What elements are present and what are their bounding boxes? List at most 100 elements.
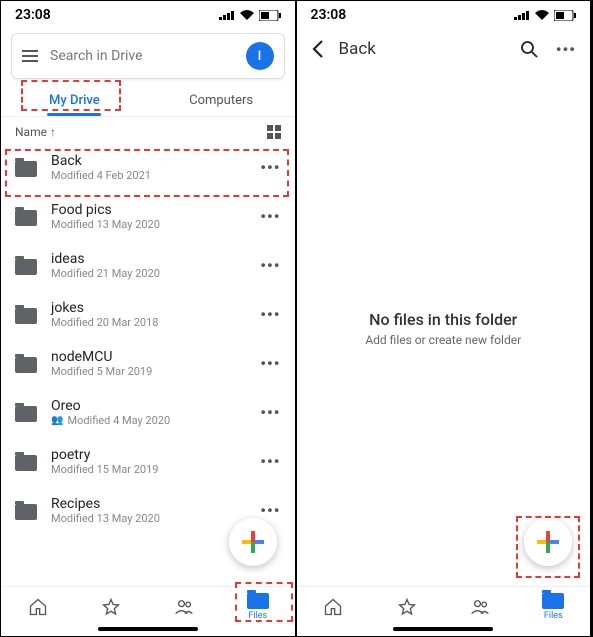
arrow-up-icon: ↑ (50, 125, 56, 139)
list-item[interactable]: jokes Modified 20 Mar 2018 ••• (1, 290, 295, 339)
home-icon (28, 597, 48, 617)
file-name: jokes (51, 300, 246, 316)
list-item[interactable]: Back Modified 4 Feb 2021 ••• (1, 143, 295, 192)
avatar[interactable]: I (246, 42, 274, 70)
nav-starred[interactable] (74, 593, 147, 621)
battery-icon (554, 10, 576, 21)
file-subtitle: Modified 13 May 2020 (51, 512, 246, 525)
more-icon[interactable]: ••• (260, 305, 280, 324)
more-icon[interactable]: ••• (260, 354, 280, 373)
list-item[interactable]: Food pics Modified 13 May 2020 ••• (1, 192, 295, 241)
nav-starred[interactable] (370, 593, 443, 621)
plus-icon (242, 531, 264, 553)
more-icon[interactable]: ••• (260, 158, 280, 177)
home-icon (323, 597, 343, 617)
wifi-icon (534, 9, 550, 21)
bottom-nav: Files (297, 586, 591, 623)
status-bar: 23:08 (297, 1, 591, 27)
nav-files[interactable]: Files (517, 593, 590, 621)
tab-my-drive[interactable]: My Drive (1, 83, 148, 116)
more-icon[interactable]: ••• (556, 40, 576, 59)
tab-computers[interactable]: Computers (148, 83, 295, 116)
list-item[interactable]: ideas Modified 21 May 2020 ••• (1, 241, 295, 290)
people-icon (470, 597, 490, 617)
folder-icon (15, 161, 37, 177)
tabs: My Drive Computers (1, 83, 295, 117)
more-icon[interactable]: ••• (260, 501, 280, 520)
file-name: Oreo (51, 398, 246, 414)
folder-icon (15, 259, 37, 275)
file-subtitle: Modified 4 Feb 2021 (51, 169, 246, 182)
people-icon (174, 597, 194, 617)
sort-label-text: Name (15, 125, 47, 139)
more-icon[interactable]: ••• (260, 403, 280, 422)
folder-icon (15, 455, 37, 471)
nav-home[interactable] (1, 593, 74, 621)
plus-icon (537, 531, 559, 553)
nav-files[interactable]: Files (221, 593, 294, 621)
fab-add-button[interactable] (229, 518, 277, 566)
empty-state: No files in this folder Add files or cre… (297, 71, 591, 586)
star-icon (101, 597, 121, 617)
more-icon[interactable]: ••• (260, 452, 280, 471)
chevron-left-icon[interactable] (311, 39, 325, 59)
home-indicator (393, 627, 493, 631)
shared-icon: 👥 (51, 415, 63, 426)
search-placeholder: Search in Drive (50, 48, 234, 64)
more-icon[interactable]: ••• (260, 256, 280, 275)
nav-shared[interactable] (148, 593, 221, 621)
file-name: poetry (51, 447, 246, 463)
more-icon[interactable]: ••• (260, 207, 280, 226)
folder-icon (15, 210, 37, 226)
signal-icon (514, 10, 530, 20)
status-icons (219, 9, 281, 21)
file-name: ideas (51, 251, 246, 267)
empty-subtitle: Add files or create new folder (365, 333, 521, 347)
nav-files-label: Files (248, 611, 267, 621)
home-indicator (98, 627, 198, 631)
fab-add-button[interactable] (524, 518, 572, 566)
nav-home[interactable] (297, 593, 370, 621)
file-subtitle: Modified 20 Mar 2018 (51, 316, 246, 329)
battery-icon (259, 10, 281, 21)
status-icons (514, 9, 576, 21)
star-icon (397, 597, 417, 617)
folder-icon (15, 504, 37, 520)
file-name: nodeMCU (51, 349, 246, 365)
empty-title: No files in this folder (369, 310, 517, 329)
folder-icon (15, 357, 37, 373)
file-subtitle: Modified 21 May 2020 (51, 267, 246, 280)
signal-icon (219, 10, 235, 20)
folder-icon (15, 406, 37, 422)
list-item[interactable]: Oreo 👥Modified 4 May 2020 ••• (1, 388, 295, 437)
sort-button[interactable]: Name ↑ (15, 125, 56, 139)
nav-files-label: Files (544, 611, 563, 621)
status-time: 23:08 (15, 7, 51, 23)
file-subtitle: Modified 15 Mar 2019 (51, 463, 246, 476)
screen-right: 23:08 Back ••• No files in this folder A… (297, 1, 593, 636)
screen-left: 23:08 Search in Drive I My Drive Compute… (1, 1, 297, 636)
file-subtitle: Modified 13 May 2020 (51, 218, 246, 231)
sort-row: Name ↑ (1, 117, 295, 143)
file-name: Recipes (51, 496, 246, 512)
file-subtitle: 👥Modified 4 May 2020 (51, 414, 246, 427)
status-time: 23:08 (311, 7, 347, 23)
grid-view-icon[interactable] (267, 125, 281, 139)
list-item[interactable]: poetry Modified 15 Mar 2019 ••• (1, 437, 295, 486)
wifi-icon (239, 9, 255, 21)
file-name: Back (51, 153, 246, 169)
file-name: Food pics (51, 202, 246, 218)
hamburger-icon[interactable] (22, 50, 38, 62)
status-bar: 23:08 (1, 1, 295, 27)
folder-icon (542, 593, 564, 609)
search-bar[interactable]: Search in Drive I (11, 33, 285, 79)
folder-header: Back ••• (297, 27, 591, 71)
folder-icon (247, 593, 269, 609)
folder-icon (15, 308, 37, 324)
nav-shared[interactable] (443, 593, 516, 621)
list-item[interactable]: nodeMCU Modified 5 Mar 2019 ••• (1, 339, 295, 388)
bottom-nav: Files (1, 586, 295, 623)
folder-title: Back (339, 39, 506, 59)
search-icon[interactable] (520, 40, 538, 58)
file-subtitle: Modified 5 Mar 2019 (51, 365, 246, 378)
